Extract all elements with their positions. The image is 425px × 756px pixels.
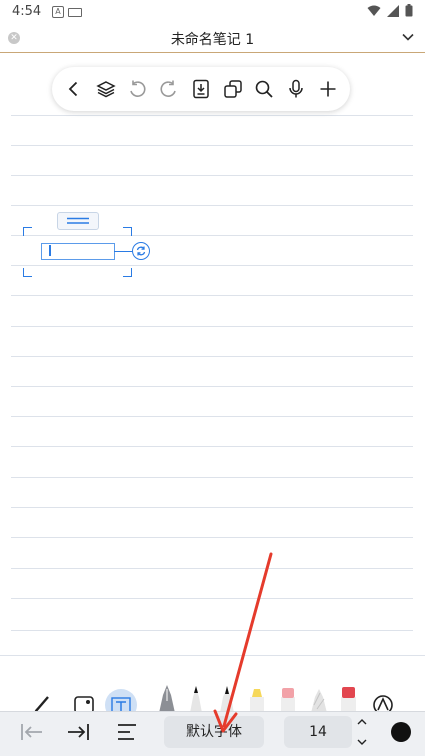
tray-divider bbox=[0, 655, 425, 656]
font-family-button[interactable]: 默认字体 bbox=[164, 716, 264, 748]
ruled-line bbox=[11, 145, 413, 146]
signal-icon bbox=[387, 4, 399, 17]
ruled-line bbox=[11, 598, 413, 599]
ruled-line bbox=[11, 205, 413, 206]
search-icon[interactable] bbox=[250, 75, 278, 103]
ruled-line bbox=[11, 416, 413, 417]
page-icon[interactable] bbox=[187, 75, 215, 103]
brush-black-icon[interactable] bbox=[220, 686, 234, 713]
ruled-line bbox=[11, 265, 413, 266]
text-tool-icon[interactable] bbox=[105, 689, 137, 713]
fountain-pen-icon[interactable] bbox=[159, 685, 175, 713]
highlighter-pink-icon[interactable] bbox=[281, 688, 295, 713]
ruled-line bbox=[11, 537, 413, 538]
status-icons bbox=[367, 4, 413, 17]
marker-black-icon[interactable] bbox=[190, 686, 202, 713]
ruled-line bbox=[11, 115, 413, 116]
font-size-stepper[interactable] bbox=[355, 716, 369, 748]
wifi-icon bbox=[367, 5, 381, 16]
align-left-icon[interactable] bbox=[116, 723, 138, 741]
indent-icon[interactable] bbox=[66, 722, 90, 742]
highlighter-yellow-icon[interactable] bbox=[250, 689, 264, 713]
ruled-line bbox=[11, 386, 413, 387]
add-icon[interactable] bbox=[314, 75, 342, 103]
ruled-line bbox=[11, 568, 413, 569]
ruled-line bbox=[11, 295, 413, 296]
note-title[interactable]: 未命名笔记 1 bbox=[0, 29, 425, 49]
microphone-icon[interactable] bbox=[282, 75, 310, 103]
ruled-line bbox=[11, 175, 413, 176]
drag-handle[interactable] bbox=[57, 212, 99, 230]
pencil-texture-icon[interactable] bbox=[311, 689, 327, 713]
undo-icon[interactable] bbox=[123, 75, 151, 103]
layers-icon[interactable] bbox=[92, 75, 120, 103]
text-color-swatch[interactable] bbox=[391, 722, 411, 742]
duplicate-icon[interactable] bbox=[219, 75, 247, 103]
notification-a-icon: A bbox=[52, 6, 64, 18]
font-size-field[interactable]: 14 bbox=[284, 716, 352, 748]
battery-icon bbox=[405, 4, 413, 17]
floating-toolbar bbox=[52, 67, 350, 111]
back-icon[interactable] bbox=[60, 75, 88, 103]
ruled-line bbox=[11, 356, 413, 357]
eraser-red-icon[interactable] bbox=[341, 687, 356, 713]
selection-corner-bottom-right[interactable] bbox=[123, 268, 132, 277]
text-box-input[interactable] bbox=[41, 243, 115, 260]
selection-corner-bottom-left[interactable] bbox=[23, 268, 32, 277]
selection-corner-top-left[interactable] bbox=[23, 227, 32, 236]
pen-tray bbox=[0, 683, 425, 713]
outdent-icon[interactable] bbox=[20, 722, 44, 742]
annotation-arrow bbox=[213, 552, 273, 733]
ruled-line bbox=[11, 477, 413, 478]
selection-corner-top-right[interactable] bbox=[123, 227, 132, 236]
ruled-line bbox=[11, 630, 413, 631]
chevron-down-icon[interactable] bbox=[401, 30, 415, 44]
ruled-line bbox=[11, 507, 413, 508]
ruled-line bbox=[11, 326, 413, 327]
rotate-connector bbox=[114, 251, 133, 252]
rotate-icon[interactable] bbox=[132, 242, 150, 260]
keyboard-icon bbox=[68, 8, 82, 17]
ruled-line bbox=[11, 235, 413, 236]
text-caret bbox=[49, 245, 51, 256]
status-time: 4:54 bbox=[12, 4, 42, 19]
ruled-line bbox=[11, 446, 413, 447]
redo-icon[interactable] bbox=[155, 75, 183, 103]
